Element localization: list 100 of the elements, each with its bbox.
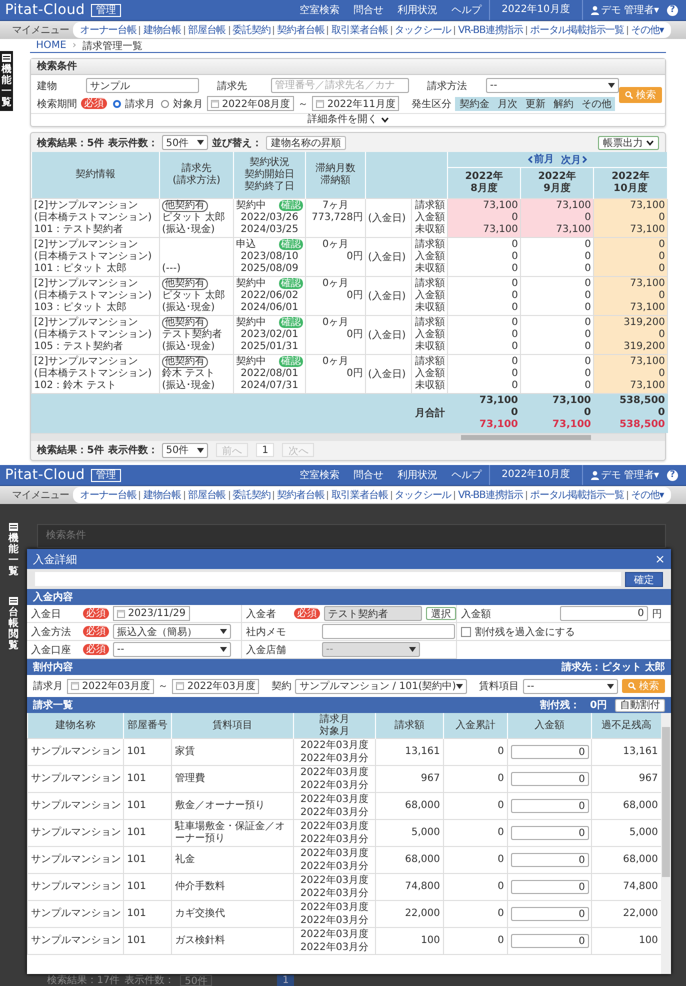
header-link[interactable]: 問合せ xyxy=(354,468,384,482)
menu-link[interactable]: オーナー台帳 xyxy=(77,490,140,500)
menu-link[interactable]: ポータル掲載指示一覧 xyxy=(526,26,628,34)
billing-to-field[interactable]: 管理番号／請求先名／カナ xyxy=(271,78,409,93)
checkbox[interactable] xyxy=(461,626,471,636)
menu-link[interactable]: 取引業者台帳 xyxy=(327,490,391,500)
payment-input[interactable]: 0 xyxy=(511,745,589,759)
payment-input[interactable]: 0 xyxy=(511,772,589,786)
auto-allocate-button[interactable]: 自動割付 xyxy=(615,698,665,712)
menu-link[interactable]: 部屋台帳 xyxy=(184,490,229,500)
per-page-dropdown[interactable]: 50件 xyxy=(162,135,208,150)
date-field[interactable]: 2022年03月度 xyxy=(67,678,154,694)
payment-input[interactable]: 0 xyxy=(511,880,589,894)
contract-text: (日本橋テストマンション) xyxy=(34,250,153,262)
side-tab[interactable]: 機能一覧 xyxy=(0,51,13,111)
column-header: 入金額 xyxy=(534,720,564,730)
menu-link[interactable]: ポータル掲載指示一覧 xyxy=(526,490,628,500)
payment-input[interactable]: 0 xyxy=(511,853,589,867)
header-link[interactable]: 利用状況 xyxy=(398,468,438,482)
expand-link[interactable]: 詳細条件を開く xyxy=(308,114,388,126)
menu-link[interactable]: 委託契約 xyxy=(228,26,274,34)
radio-label[interactable]: 対象月 xyxy=(173,96,203,110)
help-icon[interactable]: ? xyxy=(667,4,678,16)
payment-input[interactable]: 0 xyxy=(511,907,589,921)
menu-link[interactable]: 契約者台帳 xyxy=(273,26,328,34)
billing-to-label: 請求先：ピタット 太郎 xyxy=(562,660,665,674)
export-button[interactable]: 帳票出力 xyxy=(598,136,659,150)
vertical-scrollbar[interactable] xyxy=(661,713,671,974)
radio-button[interactable] xyxy=(161,100,169,108)
balance-amount: 68,000 xyxy=(623,854,658,865)
my-menu-label[interactable]: マイメニュー xyxy=(12,23,73,37)
next-month-link[interactable]: 次月 xyxy=(559,152,590,166)
period-label[interactable]: 2022年10月度 xyxy=(488,0,583,20)
date-field[interactable]: 2022年03月度 xyxy=(172,678,260,694)
header-link[interactable]: 空室検索 xyxy=(300,3,340,17)
date-field[interactable]: 2022年08月度 xyxy=(207,96,294,111)
side-tab[interactable]: 台帳閲覧 xyxy=(7,594,20,654)
date-field[interactable]: 2023/11/29 xyxy=(113,606,190,621)
app-logo[interactable]: Pitat-Cloud xyxy=(0,2,91,18)
period-label[interactable]: 2022年10月度 xyxy=(488,465,583,485)
account-dropdown[interactable]: -- xyxy=(113,642,231,657)
menu-link[interactable]: 部屋台帳 xyxy=(184,26,229,34)
menu-link[interactable]: 建物台帳 xyxy=(139,490,184,500)
list-icon xyxy=(2,54,11,62)
header-link[interactable]: ヘルプ xyxy=(452,3,482,17)
side-tab[interactable]: 機能一覧 xyxy=(7,520,20,580)
payment-input[interactable]: 0 xyxy=(511,934,589,948)
menu-link[interactable]: 契約者台帳 xyxy=(273,490,328,500)
prev-month-link[interactable]: 前月 xyxy=(526,152,556,166)
confirm-button[interactable]: 確定 xyxy=(625,572,663,586)
contract-status: 契約中 xyxy=(236,316,266,328)
radio-button[interactable] xyxy=(113,100,121,108)
date-field[interactable]: 2022年11月度 xyxy=(312,96,400,111)
billing-month: 2022年03月度 xyxy=(299,793,370,806)
item-dropdown[interactable]: -- xyxy=(523,678,618,694)
billing-method-dropdown[interactable]: -- xyxy=(486,78,619,93)
method-dropdown[interactable]: 振込入金（簡易） xyxy=(113,624,231,639)
balance-amount: 5,000 xyxy=(629,827,658,838)
building-field[interactable]: サンプル xyxy=(86,78,199,93)
room-number: 101 xyxy=(127,746,146,757)
payer-field[interactable]: テスト契約者 xyxy=(324,606,422,621)
status-badge: 確認 xyxy=(279,317,303,328)
payment-input[interactable]: 0 xyxy=(511,799,589,813)
header-link[interactable]: 空室検索 xyxy=(300,468,340,482)
menu-link[interactable]: 取引業者台帳 xyxy=(327,26,391,34)
breadcrumb-link[interactable]: HOME xyxy=(36,40,66,51)
menu-link[interactable]: 委託契約 xyxy=(228,490,274,500)
app-logo[interactable]: Pitat-Cloud xyxy=(0,467,91,483)
menu-link[interactable]: 建物台帳 xyxy=(139,26,184,34)
user-menu[interactable]: デモ 管理者▾ xyxy=(582,0,667,20)
field-label: 契約 xyxy=(271,680,292,693)
select-button[interactable]: 選択 xyxy=(426,607,456,620)
amount-field[interactable]: 0 xyxy=(560,606,648,621)
sort-button[interactable]: 建物名称の昇順 xyxy=(266,136,346,150)
contract-dropdown[interactable]: サンプルマンション / 101(契約中) xyxy=(295,678,467,694)
checkbox-label[interactable]: 割付残を過入金にする xyxy=(475,624,575,638)
header-link[interactable]: 利用状況 xyxy=(398,3,438,17)
user-menu[interactable]: デモ 管理者▾ xyxy=(582,465,667,485)
close-button[interactable]: × xyxy=(654,552,665,566)
my-menu-label[interactable]: マイメニュー xyxy=(12,488,73,502)
menu-link[interactable]: その他▾ xyxy=(627,26,667,34)
menu-link[interactable]: VR-BB連携指示 xyxy=(454,26,526,34)
menu-link[interactable]: タックシール xyxy=(390,26,454,34)
menu-link[interactable]: VR-BB連携指示 xyxy=(454,490,526,500)
memo-field[interactable] xyxy=(322,624,455,639)
amount-value: 319,200 xyxy=(622,340,666,352)
page-button[interactable]: 1 xyxy=(277,975,294,986)
page-button[interactable]: 1 xyxy=(256,443,274,457)
header-link[interactable]: 問合せ xyxy=(354,3,384,17)
payment-input[interactable]: 0 xyxy=(511,826,589,840)
help-icon[interactable]: ? xyxy=(667,470,678,480)
billing-method: (振込･現金) xyxy=(162,380,215,390)
radio-label[interactable]: 請求月 xyxy=(125,96,155,110)
menu-link[interactable]: オーナー台帳 xyxy=(77,26,140,34)
paid-total: 0 xyxy=(498,881,504,892)
per-page-dropdown[interactable]: 50件 xyxy=(162,442,208,458)
menu-link[interactable]: タックシール xyxy=(390,490,454,500)
balance-amount: 74,800 xyxy=(623,881,658,892)
header-link[interactable]: ヘルプ xyxy=(452,468,482,482)
menu-link[interactable]: その他▾ xyxy=(627,490,667,500)
